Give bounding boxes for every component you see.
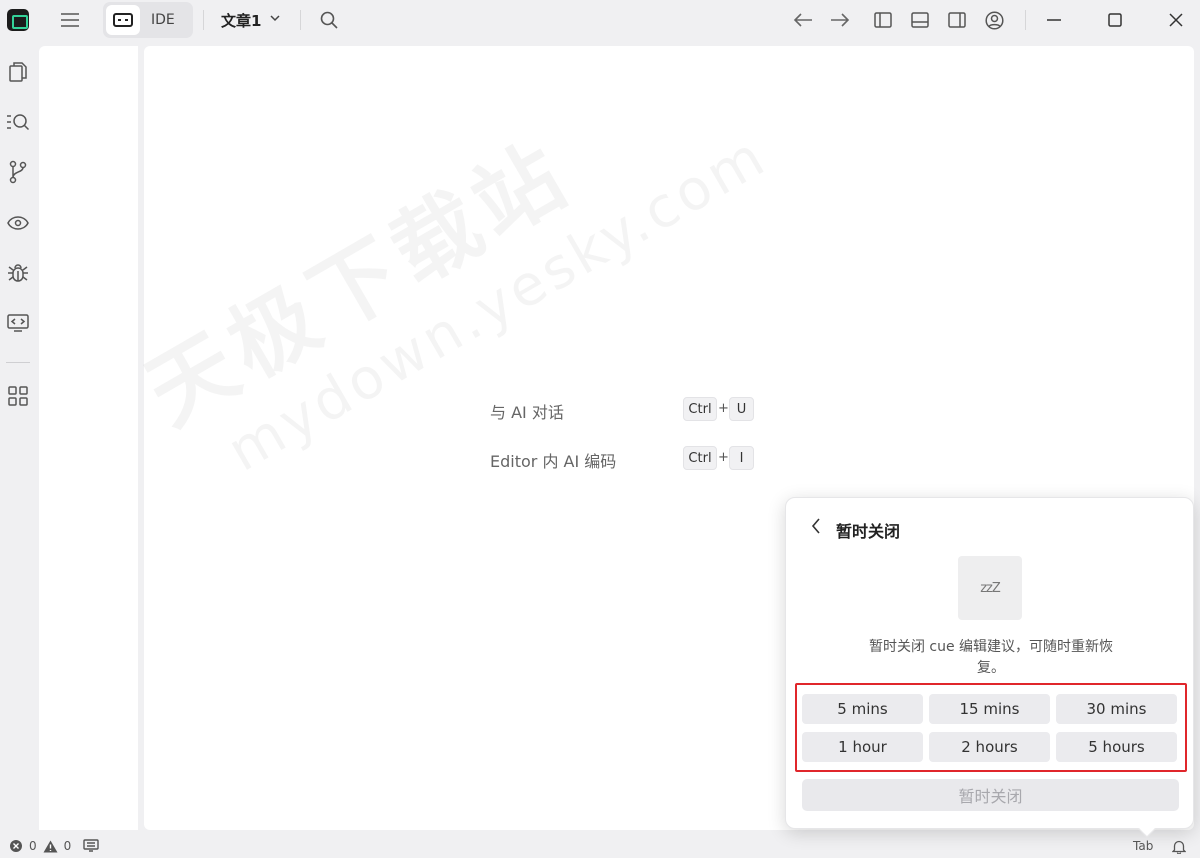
maximize-icon[interactable] (1103, 8, 1127, 32)
popover-title: 暂时关闭 (836, 522, 901, 541)
zz-glyph: zzZ (980, 580, 1001, 596)
error-icon (10, 840, 22, 852)
explorer-icon[interactable] (6, 60, 30, 84)
back-chevron-icon[interactable] (806, 516, 826, 536)
debug-bug-icon[interactable] (6, 261, 30, 285)
document-title[interactable]: 文章1 (221, 10, 261, 31)
extensions-grid-icon[interactable] (6, 384, 30, 408)
problems-indicator[interactable]: 0 0 (9, 839, 71, 853)
minimize-icon[interactable] (1042, 8, 1066, 32)
bell-icon[interactable] (1172, 839, 1186, 854)
search-icon[interactable] (317, 8, 341, 32)
toggle-right-panel-icon[interactable] (945, 8, 969, 32)
plus-sign: + (718, 401, 729, 416)
account-icon[interactable] (982, 8, 1006, 32)
mode-label[interactable]: IDE (151, 12, 175, 28)
divider (1025, 10, 1026, 30)
ide-icon (113, 13, 133, 27)
divider (300, 10, 301, 30)
activity-divider (6, 362, 30, 363)
warning-icon (43, 840, 58, 852)
hint-inline-ai-label: Editor 内 AI 编码 (490, 452, 617, 471)
option-30-mins[interactable]: 30 mins (1056, 694, 1177, 724)
app-logo (7, 9, 29, 31)
snooze-confirm-button[interactable]: 暂时关闭 (802, 779, 1179, 811)
popover-arrow (1138, 820, 1156, 838)
option-5-mins[interactable]: 5 mins (802, 694, 923, 724)
toggle-left-panel-icon[interactable] (871, 8, 895, 32)
warning-count: 0 (63, 839, 72, 853)
hint-chat-label: 与 AI 对话 (490, 403, 564, 422)
error-count: 0 (29, 839, 37, 853)
kbd-key: Ctrl (683, 397, 717, 421)
popover-description: 暂时关闭 cue 编辑建议，可随时重新恢复。 (868, 639, 1114, 676)
menu-icon[interactable] (58, 8, 82, 32)
option-2-hours[interactable]: 2 hours (929, 732, 1050, 762)
option-5-hours[interactable]: 5 hours (1056, 732, 1177, 762)
option-1-hour[interactable]: 1 hour (802, 732, 923, 762)
kbd-key: I (729, 446, 754, 470)
source-control-icon[interactable] (6, 160, 30, 184)
remote-screen-icon[interactable] (6, 311, 30, 335)
status-bar: 0 0 Tab (0, 836, 1200, 858)
plus-sign: + (718, 450, 729, 465)
chevron-down-icon[interactable] (270, 12, 280, 25)
forward-arrow-icon[interactable] (828, 8, 852, 32)
snooze-popover: 暂时关闭 zzZ 暂时关闭 cue 编辑建议，可随时重新恢复。 5 mins 1… (785, 497, 1194, 838)
close-icon[interactable] (1164, 8, 1188, 32)
sleep-zz-icon: zzZ (958, 556, 1022, 620)
terminal-icon[interactable] (83, 839, 99, 853)
tab-indicator[interactable]: Tab (1133, 839, 1153, 853)
kbd-key: U (729, 397, 754, 421)
title-bar: IDE 文章1 (0, 0, 1200, 40)
ide-mode-button[interactable] (106, 5, 140, 35)
search-files-icon[interactable] (6, 110, 30, 134)
option-15-mins[interactable]: 15 mins (929, 694, 1050, 724)
toggle-bottom-panel-icon[interactable] (908, 8, 932, 32)
mode-switch[interactable]: IDE (103, 2, 193, 38)
side-panel (39, 46, 138, 830)
preview-eye-icon[interactable] (6, 211, 30, 235)
back-arrow-icon[interactable] (791, 8, 815, 32)
kbd-key: Ctrl (683, 446, 717, 470)
divider (203, 10, 204, 30)
